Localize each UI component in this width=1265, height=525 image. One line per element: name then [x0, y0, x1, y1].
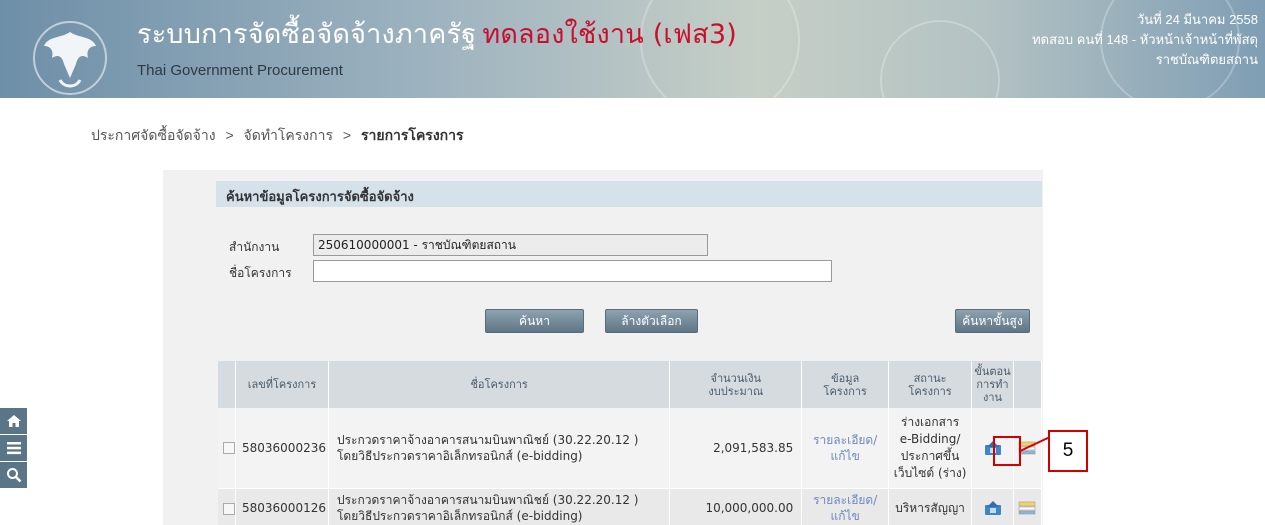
row-select-cell — [218, 488, 236, 525]
header-step-line3: งาน — [982, 391, 1003, 404]
header-info-line1: ข้อมูล — [831, 371, 860, 385]
project-budget: 2,091,583.85 — [669, 408, 803, 489]
header-status: สถานะ โครงการ — [888, 361, 973, 408]
header-extra — [1013, 361, 1043, 408]
project-name-line2: โดยวิธีประกวดราคาอิเล็กทรอนิกส์ (e-biddi… — [336, 448, 583, 463]
current-date: วันที่ 24 มีนาคม 2558 — [1137, 12, 1258, 27]
details-link-line1[interactable]: รายละเอียด/ — [813, 493, 877, 507]
details-edit-link[interactable]: รายละเอียด/แก้ไข — [801, 408, 890, 489]
details-edit-link[interactable]: รายละเอียด/แก้ไข — [801, 488, 890, 525]
details-link-line1[interactable]: รายละเอียด/ — [813, 433, 877, 447]
project-name-label: ชื่อโครงการ — [229, 266, 292, 280]
details-link-line2[interactable]: แก้ไข — [831, 509, 860, 523]
header-info-line2: โครงการ — [823, 384, 867, 398]
header-work-step: ขั้นตอน การทำ งาน — [971, 361, 1014, 408]
project-number: 58036000126 — [235, 488, 329, 525]
table-row: 58036000236 ประกวดราคาจ้างอาคารสนามบินพา… — [218, 408, 1043, 489]
list-cell — [1013, 488, 1043, 525]
side-home-button[interactable] — [0, 408, 27, 434]
side-menu-button[interactable] — [0, 435, 27, 461]
header-budget-line1: จำนวนเงิน — [710, 371, 762, 385]
breadcrumb-item-create-project[interactable]: จัดทำโครงการ — [244, 127, 333, 143]
app-title-main: ระบบการจัดซื้อจัดจ้างภาครัฐ — [137, 19, 477, 50]
breadcrumb-separator: > — [342, 127, 352, 143]
project-number: 58036000236 — [235, 408, 329, 489]
header-status-line1: สถานะ — [913, 371, 947, 385]
garuda-emblem-icon — [33, 21, 107, 95]
header-step-line1: ขั้นตอน — [974, 365, 1011, 378]
side-search-button[interactable] — [0, 462, 27, 488]
annotation-label: 5 — [1048, 430, 1088, 472]
clear-button[interactable]: ล้างตัวเลือก — [605, 309, 698, 333]
header-select — [218, 361, 236, 408]
breadcrumb-item-announcement[interactable]: ประกาศจัดซื้อจัดจ้าง — [91, 127, 216, 143]
projects-table: เลขที่โครงการ ชื่อโครงการ จำนวนเงิน งบประ… — [218, 361, 1043, 525]
project-status: บริหารสัญญา — [888, 488, 973, 525]
row-select-cell — [218, 408, 236, 489]
menu-icon — [6, 442, 21, 455]
work-step-cell — [971, 408, 1014, 489]
breadcrumb: ประกาศจัดซื้อจัดจ้าง > จัดทำโครงการ > รา… — [91, 125, 464, 147]
list-icon[interactable] — [1018, 441, 1036, 455]
project-name: ประกวดราคาจ้างอาคารสนามบินพาณิชย์ (30.22… — [328, 408, 671, 489]
row-checkbox[interactable] — [223, 442, 235, 455]
list-icon[interactable] — [1018, 501, 1036, 515]
header-project-info: ข้อมูล โครงการ — [801, 361, 890, 408]
project-name-line1: ประกวดราคาจ้างอาคารสนามบินพาณิชย์ (30.22… — [336, 493, 639, 507]
header-decoration — [880, 20, 1000, 98]
project-name: ประกวดราคาจ้างอาคารสนามบินพาณิชย์ (30.22… — [328, 488, 671, 525]
list-cell — [1013, 408, 1043, 489]
project-name-line1: ประกวดราคาจ้างอาคารสนามบินพาณิชย์ (30.22… — [336, 432, 639, 447]
app-subtitle: Thai Government Procurement — [137, 62, 343, 79]
search-panel-title: ค้นหาข้อมูลโครงการจัดซื้อจัดจ้าง — [226, 190, 414, 205]
status-line4: เว็บไซต์ (ร่าง) — [893, 465, 967, 480]
trial-label: ทดลองใช้งาน (เฟส3) — [482, 19, 737, 50]
search-icon — [6, 468, 21, 483]
step-process-icon[interactable] — [984, 440, 1002, 456]
details-link-line2[interactable]: แก้ไข — [831, 449, 860, 463]
project-status: ร่างเอกสาร e-Bidding/ประกาศขึ้นเว็บไซต์ (… — [888, 408, 973, 489]
user-name[interactable]: ทดสอบ คนที่ 148 - หัวหน้าเจ้าหน้าที่พัสด… — [1032, 30, 1258, 50]
header-status-line2: โครงการ — [908, 384, 952, 398]
header-project-name: ชื่อโครงการ — [328, 361, 671, 408]
user-agency: ราชบัณฑิตยสถาน — [1155, 52, 1258, 67]
header-project-no: เลขที่โครงการ — [235, 361, 329, 408]
header-step-line2: การทำ — [976, 378, 1009, 391]
header-budget-line2: งบประมาณ — [708, 384, 764, 398]
header-budget: จำนวนเงิน งบประมาณ — [669, 361, 803, 408]
home-icon — [6, 415, 21, 427]
status-line3: ประกาศขึ้น — [900, 448, 960, 463]
search-panel-header: ค้นหาข้อมูลโครงการจัดซื้อจัดจ้าง — [216, 181, 1042, 207]
table-row: 58036000126 ประกวดราคาจ้างอาคารสนามบินพา… — [218, 488, 1043, 525]
table-header-row: เลขที่โครงการ ชื่อโครงการ จำนวนเงิน งบประ… — [218, 361, 1043, 408]
row-checkbox[interactable] — [223, 502, 235, 515]
breadcrumb-separator: > — [225, 127, 234, 143]
project-budget: 10,000,000.00 — [669, 488, 803, 525]
app-title: ระบบการจัดซื้อจัดจ้างภาครัฐ ทดลองใช้งาน (… — [137, 12, 737, 55]
side-nav — [0, 408, 27, 489]
agency-field[interactable] — [313, 234, 708, 256]
agency-label: สำนักงาน — [229, 240, 280, 254]
app-header: ระบบการจัดซื้อจัดจ้างภาครัฐ ทดลองใช้งาน (… — [0, 0, 1265, 98]
search-button[interactable]: ค้นหา — [485, 309, 584, 333]
header-user-info: วันที่ 24 มีนาคม 2558 ทดสอบ คนที่ 148 - … — [1032, 10, 1258, 70]
project-name-input[interactable] — [313, 260, 832, 282]
breadcrumb-item-project-list: รายการโครงการ — [360, 127, 464, 143]
project-name-line2: โดยวิธีประกวดราคาอิเล็กทรอนิกส์ (e-biddi… — [336, 509, 583, 523]
status-line1: ร่างเอกสาร — [901, 414, 960, 429]
advanced-search-button[interactable]: ค้นหาขั้นสูง — [955, 309, 1030, 333]
step-process-icon[interactable] — [984, 500, 1002, 516]
work-step-cell — [971, 488, 1014, 525]
status-line2: e-Bidding/ — [899, 431, 961, 446]
